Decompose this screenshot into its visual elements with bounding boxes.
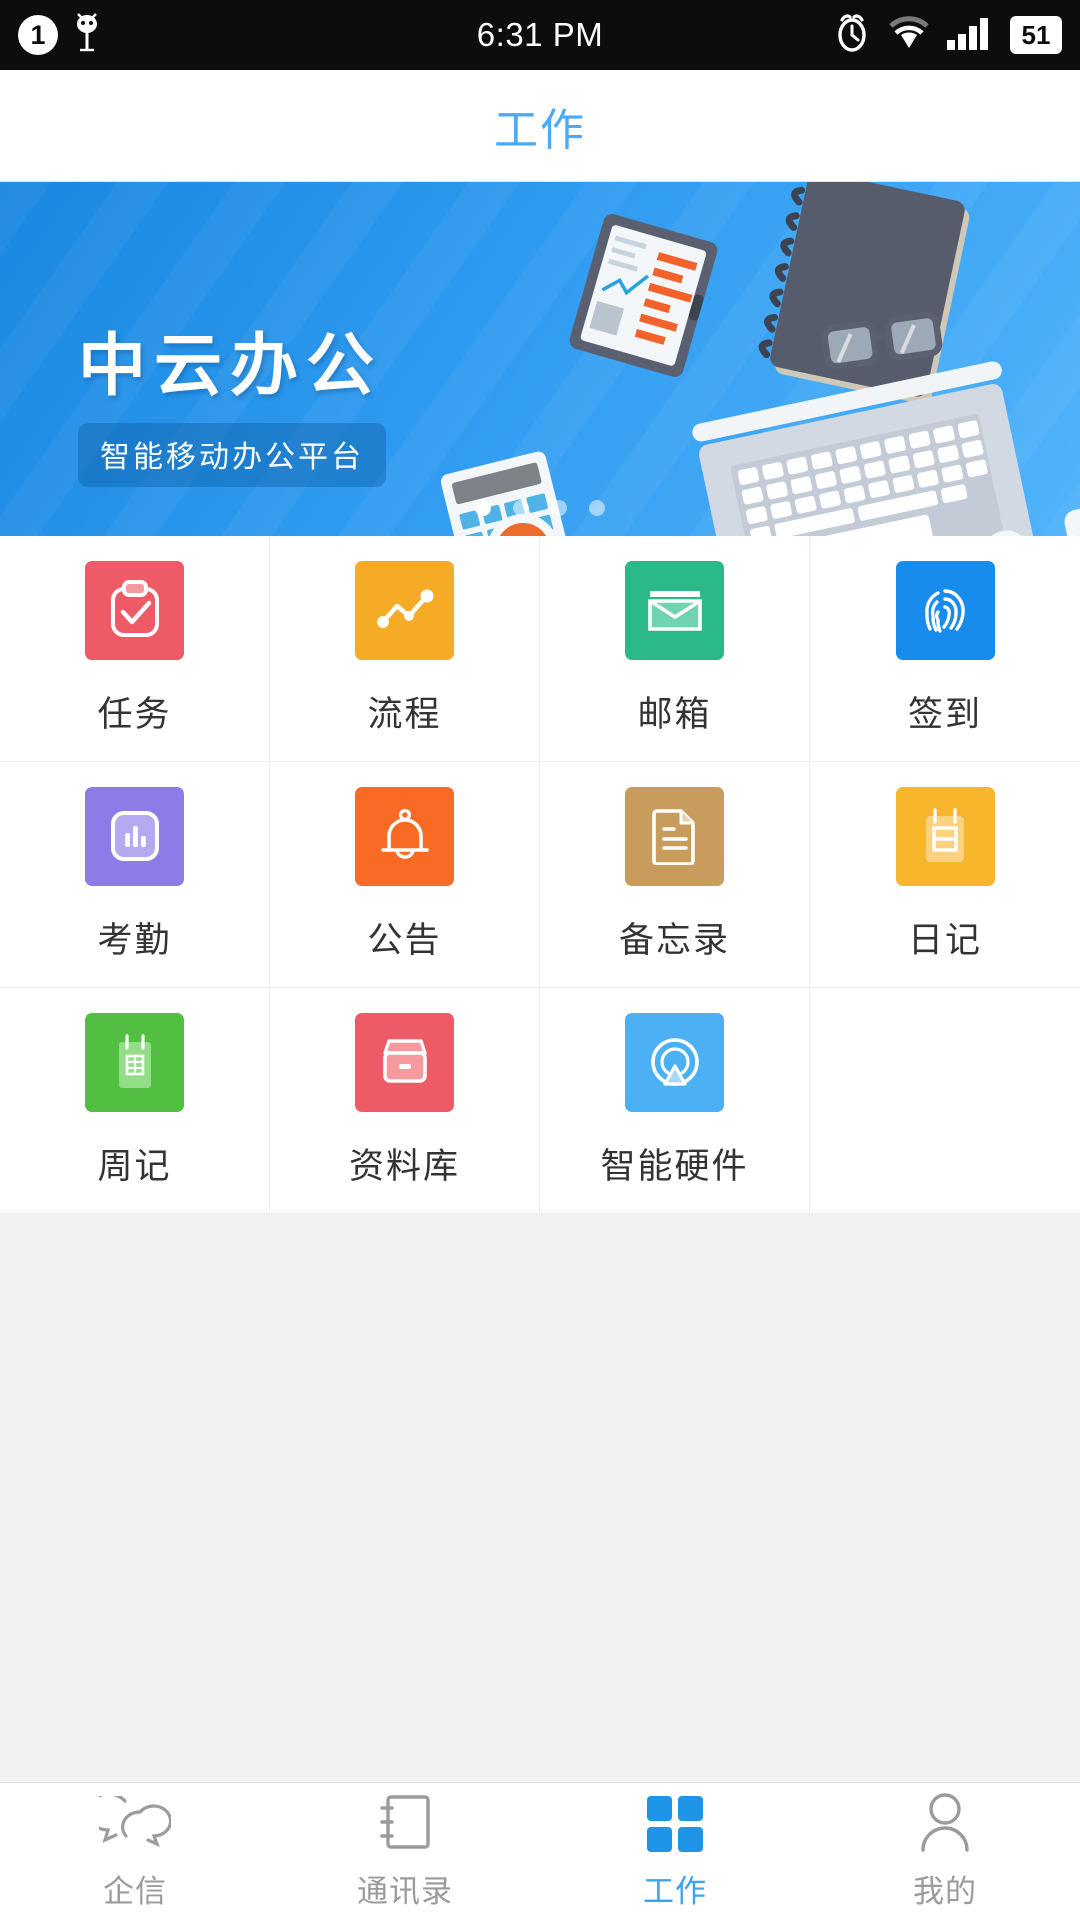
app-tile-label: 任务 bbox=[97, 694, 172, 734]
page-header: 工作 bbox=[0, 70, 1080, 182]
content-empty-area bbox=[0, 1214, 1080, 1782]
app-tile-label: 智能硬件 bbox=[600, 1146, 749, 1186]
app-tile-attendance[interactable]: 考勤 bbox=[0, 762, 270, 988]
chat-bubbles-icon bbox=[99, 1792, 171, 1854]
address-book-icon bbox=[374, 1792, 436, 1854]
app-tile-label: 考勤 bbox=[97, 920, 172, 960]
bar-chart-icon bbox=[85, 786, 184, 886]
clipboard-check-icon bbox=[85, 560, 184, 660]
envelope-icon bbox=[625, 560, 724, 660]
banner-text-block: 中云办公 智能移动办公平台 bbox=[78, 310, 386, 487]
tab-profile[interactable]: 我的 bbox=[810, 1783, 1080, 1920]
tab-label: 工作 bbox=[643, 1874, 707, 1909]
fingerprint-icon bbox=[895, 560, 995, 660]
app-tile-empty-slot bbox=[810, 988, 1080, 1214]
alarm-icon bbox=[833, 13, 871, 58]
tab-label: 企信 bbox=[103, 1874, 167, 1909]
calendar-week-icon bbox=[85, 1012, 184, 1112]
app-tile-task[interactable]: 任务 bbox=[0, 536, 270, 762]
tab-enterprise-message[interactable]: 企信 bbox=[0, 1783, 270, 1920]
document-lines-icon bbox=[625, 786, 724, 886]
app-screen: 1 6:31 PM 51 工作 中云办公 智能移动办公平台 任务 流程 邮箱 签… bbox=[0, 0, 1080, 1920]
tab-label: 我的 bbox=[913, 1874, 977, 1909]
carousel-dot-2[interactable] bbox=[513, 500, 529, 516]
app-tile-memo[interactable]: 备忘录 bbox=[540, 762, 810, 988]
calendar-day-icon bbox=[895, 786, 995, 886]
grid-squares-icon bbox=[645, 1792, 705, 1854]
battery-indicator: 51 bbox=[1010, 16, 1062, 54]
status-bar: 1 6:31 PM 51 bbox=[0, 0, 1080, 70]
app-tile-label: 资料库 bbox=[348, 1146, 460, 1186]
app-tile-label: 公告 bbox=[367, 920, 442, 960]
person-icon bbox=[915, 1792, 975, 1854]
wifi-icon bbox=[888, 15, 930, 55]
app-tile-smart-hardware[interactable]: 智能硬件 bbox=[540, 988, 810, 1214]
carousel-dot-1[interactable] bbox=[475, 500, 491, 516]
carousel-dot-3[interactable] bbox=[551, 500, 567, 516]
app-tile-diary[interactable]: 日记 bbox=[810, 762, 1080, 988]
app-tile-database[interactable]: 资料库 bbox=[270, 988, 540, 1214]
carousel-pagination[interactable] bbox=[0, 500, 1080, 516]
tab-work[interactable]: 工作 bbox=[540, 1783, 810, 1920]
banner-title: 中云办公 bbox=[78, 328, 383, 404]
smart-device-icon bbox=[625, 1012, 724, 1112]
promo-banner-carousel[interactable]: 中云办公 智能移动办公平台 bbox=[0, 182, 1080, 536]
app-tile-label: 日记 bbox=[907, 920, 982, 960]
carousel-dot-4[interactable] bbox=[589, 500, 605, 516]
app-tile-label: 备忘录 bbox=[618, 920, 730, 960]
page-title: 工作 bbox=[494, 105, 586, 155]
app-tile-label: 签到 bbox=[907, 694, 982, 734]
archive-box-icon bbox=[355, 1012, 454, 1112]
banner-subtitle: 智能移动办公平台 bbox=[78, 423, 386, 487]
signal-bars-icon bbox=[947, 16, 993, 55]
app-tile-label: 周记 bbox=[97, 1146, 172, 1186]
bell-icon bbox=[355, 786, 454, 886]
app-tile-label: 流程 bbox=[367, 694, 442, 734]
status-bar-right: 51 bbox=[833, 13, 1062, 58]
app-tile-process[interactable]: 流程 bbox=[270, 536, 540, 762]
app-tile-checkin[interactable]: 签到 bbox=[810, 536, 1080, 762]
app-grid: 任务 流程 邮箱 签到 考勤 公告 备忘录 日记 周记 资料库 智能硬件 bbox=[0, 536, 1080, 1214]
bottom-tab-bar: 企信 通讯录 工作 我的 bbox=[0, 1782, 1080, 1920]
line-chart-icon bbox=[355, 560, 454, 660]
app-tile-mailbox[interactable]: 邮箱 bbox=[540, 536, 810, 762]
tab-contacts[interactable]: 通讯录 bbox=[270, 1783, 540, 1920]
app-tile-announcement[interactable]: 公告 bbox=[270, 762, 540, 988]
app-grid-section: 任务 流程 邮箱 签到 考勤 公告 备忘录 日记 周记 资料库 智能硬件 bbox=[0, 536, 1080, 1214]
tab-label: 通讯录 bbox=[357, 1874, 453, 1909]
app-tile-weekly[interactable]: 周记 bbox=[0, 988, 270, 1214]
app-tile-label: 邮箱 bbox=[637, 694, 712, 734]
